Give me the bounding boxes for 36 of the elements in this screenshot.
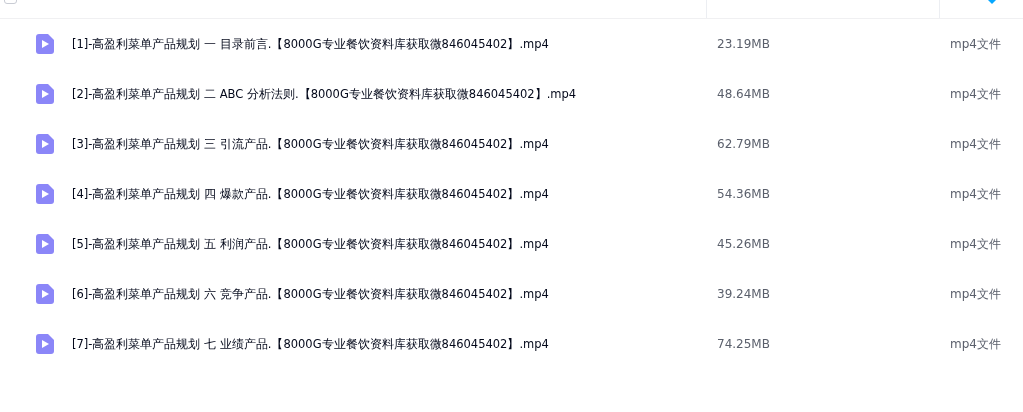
file-name[interactable]: [2]-高盈利菜单产品规划 二 ABC 分析法则.【8000G专业餐饮资料库获取微846045402】.mp4	[72, 86, 577, 102]
video-file-icon	[36, 134, 54, 154]
file-size: 54.36MB	[717, 187, 770, 201]
file-size: 48.64MB	[717, 87, 770, 101]
file-type: mp4文件	[950, 35, 1001, 53]
file-type: mp4文件	[950, 335, 1001, 353]
file-row[interactable]: [7]-高盈利菜单产品规划 七 业绩产品.【8000G专业餐饮资料库获取微846045402】.mp4 74.25MB mp4文件	[0, 319, 1023, 369]
file-type: mp4文件	[950, 285, 1001, 303]
file-type: mp4文件	[950, 235, 1001, 253]
video-file-icon	[36, 334, 54, 354]
sort-icon[interactable]	[988, 0, 996, 4]
file-size: 74.25MB	[717, 337, 770, 351]
file-row[interactable]: [4]-高盈利菜单产品规划 四 爆款产品.【8000G专业餐饮资料库获取微846045402】.mp4 54.36MB mp4文件	[0, 169, 1023, 219]
file-size: 45.26MB	[717, 237, 770, 251]
file-row[interactable]: [1]-高盈利菜单产品规划 一 目录前言.【8000G专业餐饮资料库获取微846045402】.mp4 23.19MB mp4文件	[0, 19, 1023, 69]
video-file-icon	[36, 184, 54, 204]
file-row[interactable]: [2]-高盈利菜单产品规划 二 ABC 分析法则.【8000G专业餐饮资料库获取微846045402】.mp4 48.64MB mp4文件	[0, 69, 1023, 119]
file-row[interactable]: [5]-高盈利菜单产品规划 五 利润产品.【8000G专业餐饮资料库获取微846045402】.mp4 45.26MB mp4文件	[0, 219, 1023, 269]
file-row[interactable]: [3]-高盈利菜单产品规划 三 引流产品.【8000G专业餐饮资料库获取微846045402】.mp4 62.79MB mp4文件	[0, 119, 1023, 169]
video-file-icon	[36, 84, 54, 104]
file-type: mp4文件	[950, 135, 1001, 153]
file-name[interactable]: [5]-高盈利菜单产品规划 五 利润产品.【8000G专业餐饮资料库获取微846045402】.mp4	[72, 236, 549, 252]
file-type: mp4文件	[950, 85, 1001, 103]
video-file-icon	[36, 284, 54, 304]
file-name[interactable]: [1]-高盈利菜单产品规划 一 目录前言.【8000G专业餐饮资料库获取微846045402】.mp4	[72, 36, 549, 52]
file-size: 62.79MB	[717, 137, 770, 151]
file-size: 23.19MB	[717, 37, 770, 51]
file-name[interactable]: [7]-高盈利菜单产品规划 七 业绩产品.【8000G专业餐饮资料库获取微846045402】.mp4	[72, 336, 549, 352]
file-name[interactable]: [4]-高盈利菜单产品规划 四 爆款产品.【8000G专业餐饮资料库获取微846045402】.mp4	[72, 186, 549, 202]
file-type: mp4文件	[950, 185, 1001, 203]
file-row[interactable]: [6]-高盈利菜单产品规划 六 竞争产品.【8000G专业餐饮资料库获取微846045402】.mp4 39.24MB mp4文件	[0, 269, 1023, 319]
file-name[interactable]: [6]-高盈利菜单产品规划 六 竞争产品.【8000G专业餐饮资料库获取微846045402】.mp4	[72, 286, 549, 302]
file-name[interactable]: [3]-高盈利菜单产品规划 三 引流产品.【8000G专业餐饮资料库获取微846045402】.mp4	[72, 136, 549, 152]
file-size: 39.24MB	[717, 287, 770, 301]
video-file-icon	[36, 34, 54, 54]
video-file-icon	[36, 234, 54, 254]
